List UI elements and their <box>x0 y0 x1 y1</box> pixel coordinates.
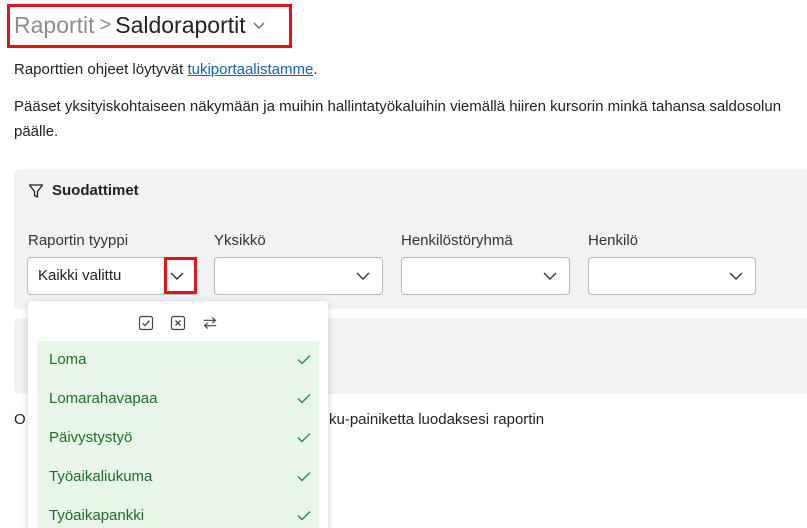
filters-panel: Suodattimet Raportin tyyppi Kaikki valit… <box>14 169 807 309</box>
filters-title: Suodattimet <box>52 182 139 199</box>
dropdown-toggle-highlight <box>164 257 197 294</box>
breadcrumb-separator: > <box>99 13 112 36</box>
page-title[interactable]: Saldoraportit <box>115 12 245 39</box>
check-icon <box>297 394 311 404</box>
person-select[interactable] <box>588 257 756 295</box>
breadcrumb: Raportit > Saldoraportit <box>14 10 266 40</box>
dropdown-toolbar <box>138 315 234 331</box>
staff-group-select[interactable] <box>401 257 570 295</box>
report-type-value: Kaikki valittu <box>38 267 122 284</box>
select-all-icon[interactable] <box>138 315 154 331</box>
check-icon <box>297 433 311 443</box>
dropdown-option-paivystystyo[interactable]: Päivystystyö <box>37 419 319 458</box>
dropdown-option-loma[interactable]: Loma <box>37 341 319 380</box>
swap-selection-icon[interactable] <box>202 315 218 331</box>
check-icon <box>297 472 311 482</box>
unit-select[interactable] <box>214 257 383 295</box>
unit-label: Yksikkö <box>214 232 266 249</box>
chevron-down-icon[interactable] <box>252 18 266 32</box>
support-portal-link[interactable]: tukiportaalistamme <box>187 61 313 78</box>
chevron-down-icon[interactable] <box>543 271 557 281</box>
dropdown-option-tyoaikaliukuma[interactable]: Työaikaliukuma <box>37 458 319 497</box>
report-type-label: Raportin tyyppi <box>28 232 129 249</box>
intro-text: Raporttien ohjeet löytyvät tukiportaalis… <box>14 61 318 78</box>
report-type-dropdown-menu: Loma Lomarahavapaa Päivystystyö Työaikal… <box>28 301 328 528</box>
staff-group-label: Henkilöstöryhmä <box>401 232 513 249</box>
dropdown-option-tyoaikapankki[interactable]: Työaikapankki <box>37 497 319 528</box>
dropdown-option-lomarahavapaa[interactable]: Lomarahavapaa <box>37 380 319 419</box>
chevron-down-icon[interactable] <box>729 271 743 281</box>
clear-all-icon[interactable] <box>170 315 186 331</box>
check-icon <box>297 355 311 365</box>
description-text: Pääset yksityiskohtaiseen näkymään ja mu… <box>14 98 782 140</box>
person-label: Henkilö <box>588 232 639 249</box>
breadcrumb-parent-link[interactable]: Raportit <box>14 12 95 39</box>
chevron-down-icon[interactable] <box>356 271 370 281</box>
filters-header[interactable]: Suodattimet <box>28 182 139 199</box>
filter-icon <box>28 183 44 198</box>
check-icon <box>297 511 311 521</box>
